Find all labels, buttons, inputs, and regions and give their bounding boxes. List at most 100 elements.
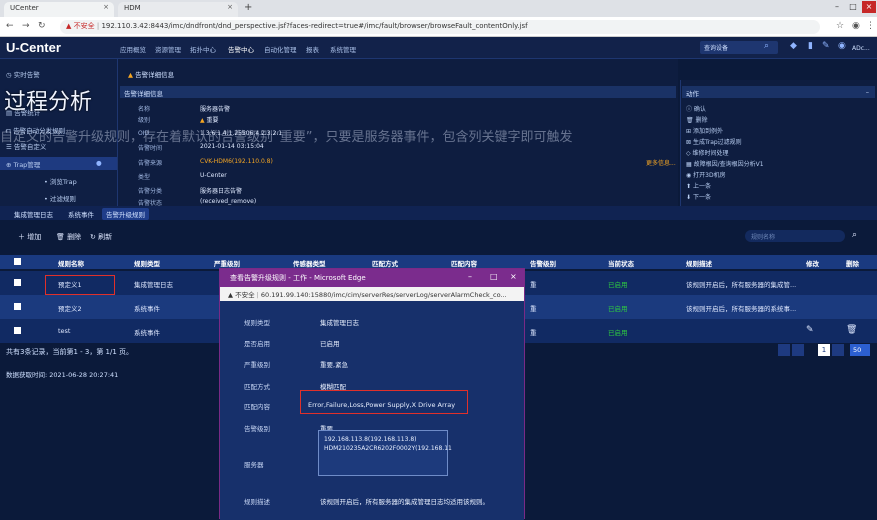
nav-item[interactable]: 系统管理	[330, 44, 356, 54]
nav-item[interactable]: 自动化管理	[264, 44, 297, 54]
action-root-cause[interactable]: ▦ 故障根因/查询根因分析V1	[686, 159, 764, 168]
edge-title-bar: 查看告警升级规则 - 工作 - Microsoft Edge – □ ×	[220, 269, 524, 287]
highlight-box-match-content	[300, 390, 468, 414]
col-match-content[interactable]: 匹配内容	[451, 258, 477, 268]
field-label: 匹配内容	[244, 403, 270, 411]
search-icon[interactable]: ⌕	[852, 230, 857, 240]
close-icon[interactable]: ×	[227, 3, 233, 11]
alarm-level: 重	[530, 281, 537, 289]
close-window-icon[interactable]: ×	[862, 1, 876, 13]
nav-item[interactable]: 报表	[306, 44, 319, 54]
trash-icon: 🗑	[56, 233, 68, 241]
col-severity[interactable]: 严重级别	[214, 258, 240, 268]
search-icon[interactable]: ⌕	[764, 41, 769, 51]
rule-name[interactable]: 预定义2	[58, 303, 82, 313]
page-size-select[interactable]: 50	[850, 344, 870, 356]
col-rule-type[interactable]: 规则类型	[134, 258, 160, 268]
action-delete[interactable]: 🗑 删除	[686, 115, 708, 124]
maximize-icon[interactable]: □	[846, 1, 860, 13]
profile-icon[interactable]: ◉	[852, 21, 860, 31]
more-info-link[interactable]: 更多信息...	[646, 158, 676, 167]
action-previous[interactable]: ⬆ 上一条	[686, 181, 711, 190]
rule-name[interactable]: test	[58, 327, 70, 335]
col-status[interactable]: 当前状态	[608, 258, 634, 268]
sidebar-item-realtime-alarm[interactable]: ◷ 实时告警	[6, 69, 40, 79]
col-match-mode[interactable]: 匹配方式	[372, 258, 398, 268]
reload-icon[interactable]: ↻	[38, 21, 46, 31]
new-tab-button[interactable]: +	[244, 2, 252, 13]
menu-icon[interactable]: ⋮	[866, 21, 875, 31]
back-icon[interactable]: ←	[6, 21, 14, 31]
nav-item[interactable]: 拓扑中心	[190, 44, 216, 54]
current-page[interactable]: 1	[818, 344, 830, 356]
first-page-button[interactable]	[778, 344, 790, 356]
edit-icon[interactable]: ✎	[822, 41, 830, 51]
rule-search-input[interactable]: 规则名称	[745, 230, 845, 242]
trash-icon[interactable]: 🗑	[846, 325, 857, 335]
refresh-button[interactable]: ↻ 刷新	[90, 232, 112, 242]
close-icon[interactable]: ×	[103, 3, 109, 11]
row-checkbox[interactable]	[14, 303, 21, 310]
action-add-exception[interactable]: ⊞ 添加到例外	[686, 126, 723, 135]
user-label[interactable]: ADc...	[852, 45, 870, 52]
action-confirm[interactable]: ⓘ 确认	[686, 104, 706, 113]
minus-icon[interactable]: –	[866, 88, 869, 96]
tab-escalation-rule[interactable]: 告警升级规则	[102, 208, 149, 220]
status-badge: 已启用	[608, 305, 628, 313]
query-device-label: 查询设备	[704, 45, 729, 52]
edit-icon[interactable]: ✎	[806, 325, 814, 335]
sidebar-item-label: 过滤规则	[49, 195, 76, 203]
row-checkbox[interactable]	[14, 327, 21, 334]
delete-button[interactable]: 🗑 删除	[56, 232, 81, 242]
browser-tab-hdm[interactable]: HDM ×	[118, 2, 238, 17]
edge-url-bar[interactable]: ▲ 不安全 | 60.191.99.140:15880/imc/cim/serv…	[220, 287, 524, 301]
browser-tab-ucenter[interactable]: UCenter ×	[4, 2, 114, 17]
close-icon[interactable]: ×	[510, 272, 517, 281]
col-sensor-type[interactable]: 传感器类型	[293, 258, 326, 268]
url-input[interactable]: ▲ 不安全 | 192.110.3.42:8443/imc/dndfront/d…	[60, 20, 820, 34]
col-rule-name[interactable]: 规则名称	[58, 258, 84, 268]
nav-item[interactable]: 资源管理	[155, 44, 181, 54]
action-label: 生成Trap过滤规则	[692, 139, 742, 146]
rule-type: 系统事件	[134, 329, 160, 337]
security-warning: 不安全	[73, 22, 95, 30]
nav-item[interactable]: 应用概览	[120, 44, 146, 54]
tab-integrated-log[interactable]: 集成管理日志	[10, 208, 57, 220]
prev-page-button[interactable]	[792, 344, 804, 356]
action-next[interactable]: ⬇ 下一条	[686, 192, 711, 201]
collapse-icon[interactable]: ●	[96, 159, 102, 167]
maximize-icon[interactable]: □	[490, 272, 498, 281]
col-description[interactable]: 规则描述	[686, 258, 712, 268]
server-item[interactable]: HDM210235A2CR6202F0002Y(192.168.11	[324, 444, 452, 453]
select-all-checkbox[interactable]	[14, 258, 21, 265]
sidebar-item-trap[interactable]: ⊕ Trap管理 ●	[0, 157, 117, 170]
minimize-icon[interactable]: –	[830, 1, 844, 13]
star-icon[interactable]: ☆	[836, 21, 844, 31]
add-button[interactable]: ＋ 增加	[18, 232, 41, 242]
status-badge: 已启用	[608, 329, 628, 337]
forward-icon[interactable]: →	[22, 21, 30, 31]
bookmark-icon[interactable]: ▮	[808, 41, 813, 51]
row-checkbox[interactable]	[14, 279, 21, 286]
action-maintenance[interactable]: ◇ 维修时间处理	[686, 148, 729, 157]
server-listbox[interactable]: 192.168.113.8(192.168.113.8) HDM210235A2…	[318, 430, 452, 476]
sidebar-item-filter-rule[interactable]: • 过滤规则	[44, 193, 76, 203]
tab-system-event[interactable]: 系统事件	[64, 208, 98, 220]
detail-value: 服务器告警	[200, 106, 231, 113]
detail-label: 级别	[138, 117, 151, 124]
col-alarm-level[interactable]: 告警级别	[530, 258, 556, 268]
action-label: 下一条	[692, 194, 711, 201]
detail-value[interactable]: CVK-HDM6(192.110.0.8)	[200, 158, 273, 165]
sidebar-item-browse-trap[interactable]: • 浏览Trap	[44, 176, 77, 186]
avatar[interactable]: ◉	[838, 41, 846, 51]
action-open-3d[interactable]: ◉ 打开3D机房	[686, 170, 726, 179]
next-page-button[interactable]	[832, 344, 844, 356]
action-trap-filter[interactable]: ⊠ 生成Trap过滤规则	[686, 137, 742, 146]
rule-description: 该规则开启后，所有服务器的集成管...	[686, 281, 797, 289]
sidebar-item-label: Trap管理	[13, 161, 41, 169]
server-item[interactable]: 192.168.113.8(192.168.113.8)	[324, 435, 442, 444]
nav-item-active[interactable]: 告警中心	[228, 44, 254, 54]
bell-icon[interactable]: ◆	[790, 41, 797, 51]
edge-popup-window: 查看告警升级规则 - 工作 - Microsoft Edge – □ × ▲ 不…	[219, 268, 525, 520]
minimize-icon[interactable]: –	[468, 272, 472, 281]
